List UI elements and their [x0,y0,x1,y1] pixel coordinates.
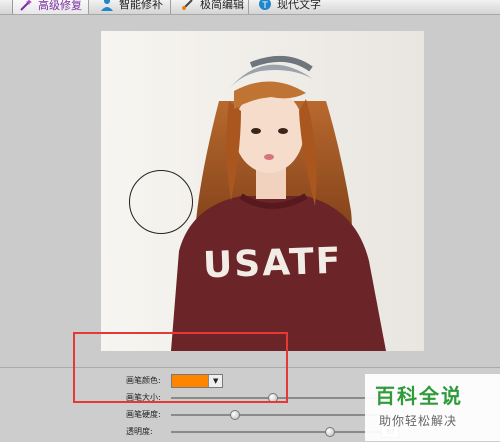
slider-thumb[interactable] [230,410,240,420]
brush-icon [181,0,195,11]
person-icon [100,0,114,11]
toolbar-divider [248,0,249,14]
toolbar-divider [170,0,171,14]
tool-label: 极简编辑 [200,0,244,11]
tool-modern-text-button[interactable]: T 现代文字 [258,0,321,14]
brush-cursor-circle [129,170,193,234]
watermark-subtitle: 助你轻松解决 [379,414,458,428]
watermark-title: 百科全说 [375,384,463,408]
tool-label: 高级修复 [38,0,82,12]
highlight-rectangle [73,332,288,403]
brush-hardness-label: 画笔硬度: [126,410,161,419]
slider-thumb[interactable] [324,427,335,437]
top-toolbar: 高级修复 智能修补 极简编辑 T 现代文字 [0,0,500,15]
tool-label: 智能修补 [119,0,163,11]
watermark: 百科全说 助你轻松解决 [365,374,500,441]
text-icon: T [258,0,272,11]
editing-canvas[interactable]: USATF [0,15,500,367]
tool-advanced-repair-button[interactable]: 高级修复 [12,0,89,14]
shirt-print-text: USATF [202,240,344,287]
tool-simple-edit-button[interactable]: 极简编辑 [181,0,244,14]
svg-text:T: T [261,1,268,11]
tool-label: 现代文字 [277,0,321,11]
opacity-label: 透明度: [126,427,153,436]
tool-smart-patch-button[interactable]: 智能修补 [100,0,163,14]
opacity-slider[interactable] [171,427,381,437]
brush-hardness-slider[interactable] [171,410,381,420]
magic-wand-icon [19,0,33,12]
toolbar-divider [88,0,89,14]
